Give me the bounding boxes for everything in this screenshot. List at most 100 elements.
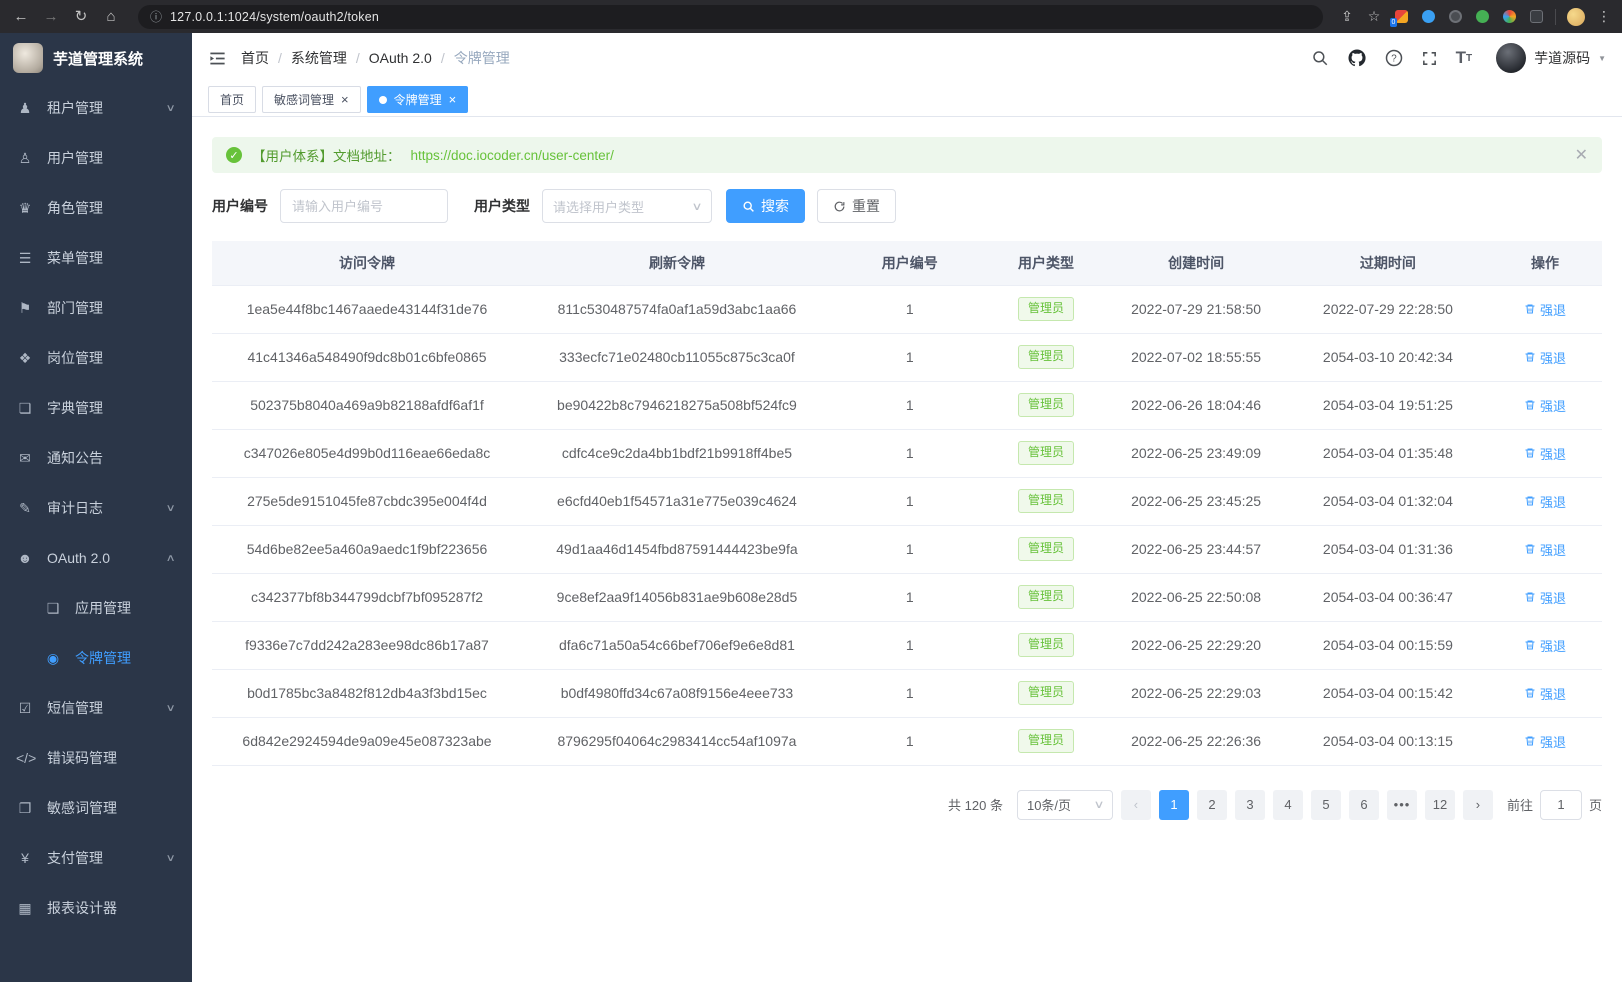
browser-reload-icon[interactable]: ↻ xyxy=(70,6,92,28)
force-logout-button[interactable]: 强退 xyxy=(1524,732,1566,751)
user-type-select[interactable]: 请选择用户类型 ∨ xyxy=(542,189,712,223)
search-button[interactable]: 搜索 xyxy=(726,189,805,223)
logo-image xyxy=(13,43,43,73)
user-id-cell: 1 xyxy=(832,525,988,573)
site-info-icon[interactable]: ⓘ xyxy=(150,8,162,25)
force-logout-button[interactable]: 强退 xyxy=(1524,636,1566,655)
tab-item[interactable]: 敏感词管理× xyxy=(262,86,361,113)
extension-icon-1[interactable]: 0 xyxy=(1393,9,1409,25)
breadcrumb-item[interactable]: 首页 xyxy=(241,48,269,68)
prev-page-button[interactable]: ‹ xyxy=(1121,790,1151,820)
extension-icon-6[interactable] xyxy=(1528,9,1544,25)
force-logout-button[interactable]: 强退 xyxy=(1524,348,1566,367)
extension-icon-4[interactable] xyxy=(1474,9,1490,25)
app-logo[interactable]: 芋道管理系统 xyxy=(0,33,192,83)
created-time-cell: 2022-06-25 22:29:20 xyxy=(1104,621,1287,669)
extension-icon-3[interactable] xyxy=(1447,9,1463,25)
page-number-button[interactable]: 5 xyxy=(1311,790,1341,820)
user-type-tag: 管理员 xyxy=(1018,489,1074,512)
browser-menu-icon[interactable]: ⋮ xyxy=(1596,9,1612,25)
force-logout-button[interactable]: 强退 xyxy=(1524,540,1566,559)
force-logout-button[interactable]: 强退 xyxy=(1524,396,1566,415)
browser-profile-avatar[interactable] xyxy=(1567,9,1585,25)
page-number-button[interactable]: 6 xyxy=(1349,790,1379,820)
force-logout-button[interactable]: 强退 xyxy=(1524,492,1566,511)
page-number-button[interactable]: 12 xyxy=(1425,790,1455,820)
page-number-button[interactable]: 4 xyxy=(1273,790,1303,820)
user-type-tag: 管理员 xyxy=(1018,393,1074,416)
reset-button[interactable]: 重置 xyxy=(817,189,896,223)
table-row: c342377bf8b344799dcbf7bf095287f29ce8ef2a… xyxy=(212,573,1602,621)
page-number-button[interactable]: 2 xyxy=(1197,790,1227,820)
help-icon[interactable]: ? xyxy=(1385,49,1403,67)
bookmark-star-icon[interactable]: ☆ xyxy=(1366,9,1382,25)
doc-link[interactable]: https://doc.iocoder.cn/user-center/ xyxy=(411,148,614,163)
sidebar: 芋道管理系统 ♟租户管理∨♙用户管理♛角色管理☰菜单管理⚑部门管理❖岗位管理❏字… xyxy=(0,33,192,982)
app-title: 芋道管理系统 xyxy=(53,48,143,69)
sidebar-item[interactable]: ❑应用管理 xyxy=(0,583,192,633)
font-size-icon[interactable]: TT xyxy=(1456,48,1473,68)
page-size-select[interactable]: 10条/页 ∨ xyxy=(1017,790,1113,820)
fullscreen-icon[interactable] xyxy=(1421,50,1438,67)
sidebar-item[interactable]: </>错误码管理 xyxy=(0,733,192,783)
sidebar-item[interactable]: ✉通知公告 xyxy=(0,433,192,483)
tab-item[interactable]: 首页 xyxy=(208,86,256,113)
sidebar-item[interactable]: ☑短信管理∨ xyxy=(0,683,192,733)
user-menu[interactable]: 芋道源码 ▼ xyxy=(1496,43,1606,73)
access-token-cell: b0d1785bc3a8482f812db4a3f3bd15ec xyxy=(212,669,522,717)
next-page-button[interactable]: › xyxy=(1463,790,1493,820)
created-time-cell: 2022-07-02 18:55:55 xyxy=(1104,333,1287,381)
collapse-sidebar-icon[interactable] xyxy=(208,49,227,68)
extension-icon-2[interactable] xyxy=(1420,9,1436,25)
force-logout-button[interactable]: 强退 xyxy=(1524,588,1566,607)
sidebar-item[interactable]: ❖岗位管理 xyxy=(0,333,192,383)
sidebar-item[interactable]: ☻OAuth 2.0∧ xyxy=(0,533,192,583)
search-icon[interactable] xyxy=(1311,49,1329,67)
access-token-cell: 41c41346a548490f9dc8b01c6bfe0865 xyxy=(212,333,522,381)
sidebar-item[interactable]: ¥支付管理∨ xyxy=(0,833,192,883)
address-bar[interactable]: ⓘ 127.0.0.1:1024/system/oauth2/token xyxy=(138,5,1323,29)
refresh-token-cell: e6cfd40eb1f54571a31e775e039c4624 xyxy=(522,477,832,525)
sidebar-item[interactable]: ❐敏感词管理 xyxy=(0,783,192,833)
tab-close-icon[interactable]: × xyxy=(449,93,457,106)
user-id-cell: 1 xyxy=(832,477,988,525)
sidebar-item[interactable]: ❏字典管理 xyxy=(0,383,192,433)
browser-home-icon[interactable]: ⌂ xyxy=(100,6,122,28)
force-logout-button[interactable]: 强退 xyxy=(1524,684,1566,703)
page-number-button[interactable]: 3 xyxy=(1235,790,1265,820)
more-pages-button[interactable]: ••• xyxy=(1387,790,1417,820)
access-token-cell: c342377bf8b344799dcbf7bf095287f2 xyxy=(212,573,522,621)
user-type-tag: 管理员 xyxy=(1018,681,1074,704)
browser-forward-icon[interactable]: → xyxy=(40,6,62,28)
sidebar-item[interactable]: ▦报表设计器 xyxy=(0,883,192,933)
share-icon[interactable]: ⇪ xyxy=(1339,9,1355,25)
user-id-cell: 1 xyxy=(832,669,988,717)
tab-item[interactable]: 令牌管理× xyxy=(367,86,469,113)
sidebar-item[interactable]: ⚑部门管理 xyxy=(0,283,192,333)
user-type-label: 用户类型 xyxy=(474,196,530,216)
user-id-input[interactable] xyxy=(280,189,448,223)
github-icon[interactable] xyxy=(1347,48,1367,68)
sidebar-item[interactable]: ☰菜单管理 xyxy=(0,233,192,283)
force-logout-button[interactable]: 强退 xyxy=(1524,300,1566,319)
notice-icon: ✉ xyxy=(16,450,34,467)
table-row: 502375b8040a469a9b82188afdf6af1fbe90422b… xyxy=(212,381,1602,429)
sidebar-item[interactable]: ♟租户管理∨ xyxy=(0,83,192,133)
sidebar-item[interactable]: ✎审计日志∨ xyxy=(0,483,192,533)
column-header: 操作 xyxy=(1488,241,1602,285)
breadcrumb-item[interactable]: OAuth 2.0 xyxy=(369,50,432,66)
tab-close-icon[interactable]: × xyxy=(341,93,349,106)
page-goto-input[interactable] xyxy=(1540,790,1582,820)
sidebar-item-label: 岗位管理 xyxy=(47,348,174,368)
menu-list-icon: ☰ xyxy=(16,250,34,267)
browser-back-icon[interactable]: ← xyxy=(10,6,32,28)
alert-close-icon[interactable]: ✕ xyxy=(1575,145,1588,165)
breadcrumb-item[interactable]: 系统管理 xyxy=(291,48,347,68)
alert-text: 【用户体系】文档地址： xyxy=(252,145,401,165)
extension-icon-5[interactable] xyxy=(1501,9,1517,25)
sidebar-item[interactable]: ♙用户管理 xyxy=(0,133,192,183)
sidebar-item[interactable]: ♛角色管理 xyxy=(0,183,192,233)
force-logout-button[interactable]: 强退 xyxy=(1524,444,1566,463)
page-number-button[interactable]: 1 xyxy=(1159,790,1189,820)
sidebar-item[interactable]: ◉令牌管理 xyxy=(0,633,192,683)
